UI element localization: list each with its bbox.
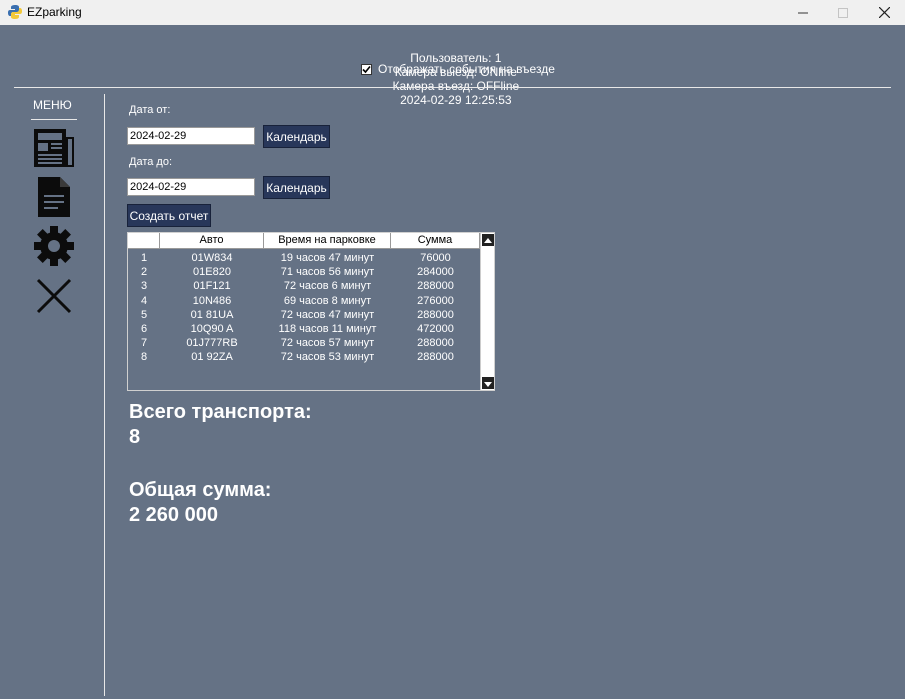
minimize-icon <box>798 12 808 13</box>
cell-index: 1 <box>140 252 148 264</box>
cell-sum: 472000 <box>417 323 454 335</box>
create-report-button[interactable]: Создать отчет <box>127 204 211 227</box>
table-row[interactable]: 2 01E820 71 часов 56 минут 284000 <box>128 265 480 279</box>
cell-sum: 284000 <box>417 266 454 279</box>
close-window-button[interactable] <box>864 0 904 25</box>
date-from-label: Дата от: <box>129 104 171 116</box>
date-from-calendar-button[interactable]: Календарь <box>263 125 330 148</box>
cell-car: 01J777RB <box>186 337 238 350</box>
menu-item-settings[interactable] <box>30 224 78 268</box>
datetime: 2024-02-29 12:25:53 <box>400 93 512 107</box>
show-entry-events-label: Отображать события на въезде <box>378 62 555 76</box>
table-row[interactable]: 4 10N486 69 часов 8 минут 276000 <box>128 294 480 308</box>
cell-time: 19 часов 47 минут <box>280 252 375 264</box>
total-sum-label: Общая сумма: <box>129 479 272 501</box>
total-sum-value: 2 260 000 <box>129 504 218 526</box>
arrow-up-icon <box>484 238 492 243</box>
cell-time: 118 часов 11 минут <box>278 323 377 335</box>
cell-car: 01F121 <box>193 280 231 293</box>
menu-item-reports[interactable] <box>30 175 78 219</box>
newspaper-icon <box>34 129 74 167</box>
maximize-button[interactable] <box>823 0 863 25</box>
column-header-time[interactable]: Время на парковке <box>264 233 391 248</box>
menu-item-journal[interactable] <box>30 126 78 170</box>
date-to-input[interactable]: 2024-02-29 <box>127 178 255 196</box>
close-icon <box>36 278 72 314</box>
cell-sum: 288000 <box>417 280 454 293</box>
menu-item-exit[interactable] <box>30 274 78 318</box>
table-row[interactable]: 5 01 81UA 72 часов 47 минут 288000 <box>128 308 480 322</box>
scroll-up-button[interactable] <box>482 234 494 246</box>
table-row[interactable]: 6 10Q90 A 118 часов 11 минут 472000 <box>128 322 480 336</box>
python-app-icon <box>8 5 22 19</box>
column-header-sum[interactable]: Сумма <box>391 233 480 248</box>
cell-time: 72 часов 47 минут <box>280 308 375 321</box>
cell-sum: 288000 <box>417 351 454 364</box>
cell-car: 01 92ZA <box>191 351 233 364</box>
cell-time: 69 часов 8 минут <box>283 294 372 307</box>
window-title: EZparking <box>27 5 82 19</box>
table-row[interactable]: 8 01 92ZA 72 часов 53 минут 288000 <box>128 350 480 364</box>
table-header: Авто Время на парковке Сумма <box>128 233 480 249</box>
date-to-calendar-button[interactable]: Календарь <box>263 176 330 199</box>
cell-sum: 288000 <box>417 308 454 321</box>
cell-index: 7 <box>140 337 148 350</box>
show-entry-events-checkbox[interactable] <box>361 63 372 75</box>
cell-time: 72 часов 53 минут <box>280 351 375 364</box>
date-to-label: Дата до: <box>129 156 173 168</box>
table-row[interactable]: 1 01W834 19 часов 47 минут 76000 <box>128 251 480 265</box>
total-vehicles-label: Всего транспорта: <box>129 401 312 423</box>
table-scrollbar[interactable] <box>480 233 494 390</box>
cell-index: 2 <box>140 266 148 279</box>
column-header-index[interactable] <box>128 233 160 248</box>
header-divider <box>14 87 891 88</box>
minimize-button[interactable] <box>783 0 823 25</box>
cell-index: 3 <box>140 280 148 293</box>
column-header-car[interactable]: Авто <box>160 233 264 248</box>
show-entry-events-toggle[interactable]: Отображать события на въезде <box>361 62 555 76</box>
table-row[interactable]: 3 01F121 72 часов 6 минут 288000 <box>128 279 480 293</box>
menu-divider <box>31 119 77 120</box>
cell-time: 72 часов 6 минут <box>283 280 372 293</box>
sidebar-divider <box>104 94 105 696</box>
scroll-down-button[interactable] <box>482 377 494 389</box>
cell-car: 01E820 <box>193 266 231 279</box>
cell-car: 01W834 <box>191 252 233 264</box>
cell-index: 4 <box>140 294 148 307</box>
total-vehicles-value: 8 <box>129 426 141 448</box>
cell-time: 72 часов 57 минут <box>280 337 375 350</box>
cell-index: 5 <box>140 308 148 321</box>
title-bar: EZparking <box>0 0 905 25</box>
cell-car: 01 81UA <box>190 308 234 321</box>
cell-sum: 288000 <box>417 337 454 350</box>
cell-sum: 276000 <box>417 294 454 307</box>
cell-car: 10Q90 A <box>190 323 234 335</box>
cell-car: 10N486 <box>192 294 232 307</box>
cell-index: 8 <box>140 351 148 364</box>
menu-label: МЕНЮ <box>33 98 72 112</box>
entry-camera-status: Камера въезд: OFFline <box>392 79 520 93</box>
report-table[interactable]: Авто Время на парковке Сумма 1 01W834 19 ч… <box>127 232 495 391</box>
cell-sum: 76000 <box>420 252 451 264</box>
document-icon <box>38 177 70 217</box>
date-from-input[interactable]: 2024-02-29 <box>127 127 255 145</box>
cell-time: 71 часов 56 минут <box>280 266 375 279</box>
maximize-icon <box>838 7 848 18</box>
gear-icon <box>34 226 74 266</box>
cell-index: 6 <box>140 323 148 335</box>
checkmark-icon <box>362 65 371 73</box>
close-icon <box>878 7 890 18</box>
arrow-down-icon <box>484 382 492 387</box>
table-row[interactable]: 7 01J777RB 72 часов 57 минут 288000 <box>128 336 480 350</box>
